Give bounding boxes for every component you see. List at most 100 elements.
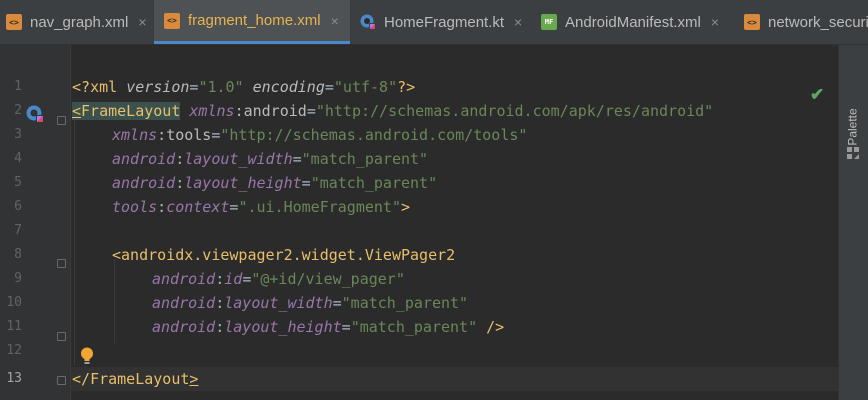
- attr-namespace: android: [112, 174, 176, 192]
- attr-value: "1.0": [198, 78, 244, 96]
- pi-close: ?>: [397, 78, 416, 96]
- code-line-4[interactable]: android:layout_width="match_parent": [112, 147, 428, 171]
- tag-self-close: />: [477, 318, 505, 336]
- attr-namespace: android: [152, 270, 216, 288]
- tag-bracket: <: [72, 102, 82, 120]
- palette-icon[interactable]: [846, 146, 860, 160]
- tab-network-security[interactable]: <> network_securit: [744, 0, 868, 44]
- line-number: 1: [14, 79, 22, 94]
- indent-guide: [114, 259, 115, 343]
- attr-value: "http://schemas.android.com/tools": [220, 126, 528, 144]
- colon: :: [215, 294, 225, 312]
- tab-label: HomeFragment.kt: [384, 13, 505, 31]
- editor-tab-bar: <> nav_graph.xml × <> fragment_home.xml …: [0, 0, 868, 45]
- pi-name: xml: [90, 78, 118, 96]
- tab-label: nav_graph.xml: [30, 13, 129, 31]
- gutter-separator: [70, 45, 71, 400]
- equals: =: [306, 102, 316, 120]
- attr-value: "http://schemas.android.com/apk/res/andr…: [315, 102, 714, 120]
- close-icon[interactable]: ×: [138, 14, 146, 30]
- attr-namespace: android: [152, 318, 216, 336]
- related-kotlin-class-icon[interactable]: [26, 105, 44, 123]
- line-number: 3: [14, 127, 22, 142]
- fold-marker-icon[interactable]: [57, 259, 66, 268]
- close-icon[interactable]: ×: [331, 13, 339, 29]
- line-number: 12: [6, 343, 22, 358]
- line-number: 8: [14, 247, 22, 262]
- attr-namespace: tools: [112, 198, 158, 216]
- close-icon[interactable]: ×: [514, 14, 522, 30]
- code-editor[interactable]: 1 2 3 4 5 6 7 8 9 10 11 12 13 <?xml vers…: [0, 45, 838, 400]
- tab-home-fragment-kt[interactable]: HomeFragment.kt ×: [360, 0, 536, 44]
- colon: :: [234, 102, 244, 120]
- tag-name: androidx.viewpager2.widget.ViewPager2: [121, 246, 456, 264]
- manifest-file-icon: MF: [541, 14, 557, 30]
- attr-namespace: android: [152, 294, 216, 312]
- no-problems-check-icon[interactable]: ✔: [810, 85, 824, 105]
- equals: =: [332, 294, 342, 312]
- code-line-10[interactable]: android:layout_width="match_parent": [152, 291, 468, 315]
- attr-name: layout_width: [224, 294, 333, 312]
- code-line-2[interactable]: <FrameLayout xmlns:android="http://schem…: [72, 99, 713, 123]
- attr-name: layout_height: [184, 174, 302, 192]
- equals: =: [301, 174, 311, 192]
- pi-open: <?: [72, 78, 91, 96]
- attr-name: context: [166, 198, 230, 216]
- fold-marker-icon[interactable]: [57, 116, 66, 125]
- code-line-6[interactable]: tools:context=".ui.HomeFragment">: [112, 195, 410, 219]
- colon: :: [215, 270, 225, 288]
- attr-name: tools: [166, 126, 212, 144]
- attr-value: "@+id/view_pager": [251, 270, 405, 288]
- attr-name: encoding: [252, 78, 325, 96]
- tag-bracket: <: [112, 246, 122, 264]
- xml-file-icon: <>: [164, 12, 180, 29]
- equals: =: [242, 270, 252, 288]
- tab-android-manifest[interactable]: MF AndroidManifest.xml ×: [541, 0, 741, 44]
- indent-guide: [74, 115, 75, 365]
- tab-fragment-home[interactable]: <> fragment_home.xml ×: [154, 0, 350, 44]
- code-line-1[interactable]: <?xml version="1.0" encoding="utf-8"?>: [72, 75, 415, 99]
- code-line-9[interactable]: android:id="@+id/view_pager": [152, 267, 405, 291]
- attr-value: "match_parent": [341, 294, 469, 312]
- kotlin-file-icon: [360, 14, 376, 30]
- line-number: 11: [6, 319, 22, 334]
- line-number: 4: [14, 151, 22, 166]
- attr-value: "match_parent": [350, 318, 478, 336]
- attr-value: "match_parent": [301, 150, 429, 168]
- line-number-current: 13: [6, 371, 22, 386]
- code-line-8[interactable]: <androidx.viewpager2.widget.ViewPager2: [112, 243, 455, 267]
- code-line-13[interactable]: </FrameLayout>: [72, 367, 198, 391]
- colon: :: [157, 126, 167, 144]
- code-line-11[interactable]: android:layout_height="match_parent" />: [152, 315, 504, 339]
- equals: =: [341, 318, 351, 336]
- tag-bracket: >: [189, 370, 199, 388]
- line-number: 2: [14, 103, 22, 118]
- colon: :: [157, 198, 167, 216]
- attr-name: id: [224, 270, 243, 288]
- xml-file-icon: <>: [6, 14, 22, 30]
- xml-file-icon: <>: [744, 14, 760, 30]
- attr-name: version: [126, 78, 190, 96]
- code-line-5[interactable]: android:layout_height="match_parent": [112, 171, 437, 195]
- tag-name: FrameLayout: [90, 370, 190, 388]
- attr-namespace: xmlns: [189, 102, 235, 120]
- attr-value: "utf-8": [333, 78, 398, 96]
- fold-marker-icon[interactable]: [57, 332, 66, 341]
- attr-name: layout_height: [224, 318, 342, 336]
- fold-marker-icon[interactable]: [57, 376, 66, 385]
- code-line-3[interactable]: xmlns:tools="http://schemas.android.com/…: [112, 123, 527, 147]
- attr-value: ".ui.HomeFragment": [238, 198, 401, 216]
- attr-name: android: [243, 102, 307, 120]
- attr-namespace: xmlns: [112, 126, 158, 144]
- tab-nav-graph[interactable]: <> nav_graph.xml ×: [6, 0, 154, 44]
- colon: :: [175, 174, 185, 192]
- colon: :: [215, 318, 225, 336]
- palette-label: Palette: [846, 108, 861, 146]
- tag-bracket: </: [72, 370, 91, 388]
- tab-label: AndroidManifest.xml: [565, 13, 701, 31]
- tab-label: network_securit: [768, 13, 868, 31]
- lightbulb-icon[interactable]: [80, 347, 94, 365]
- close-icon[interactable]: ×: [711, 14, 719, 30]
- line-number: 6: [14, 199, 22, 214]
- attr-name: layout_width: [184, 150, 293, 168]
